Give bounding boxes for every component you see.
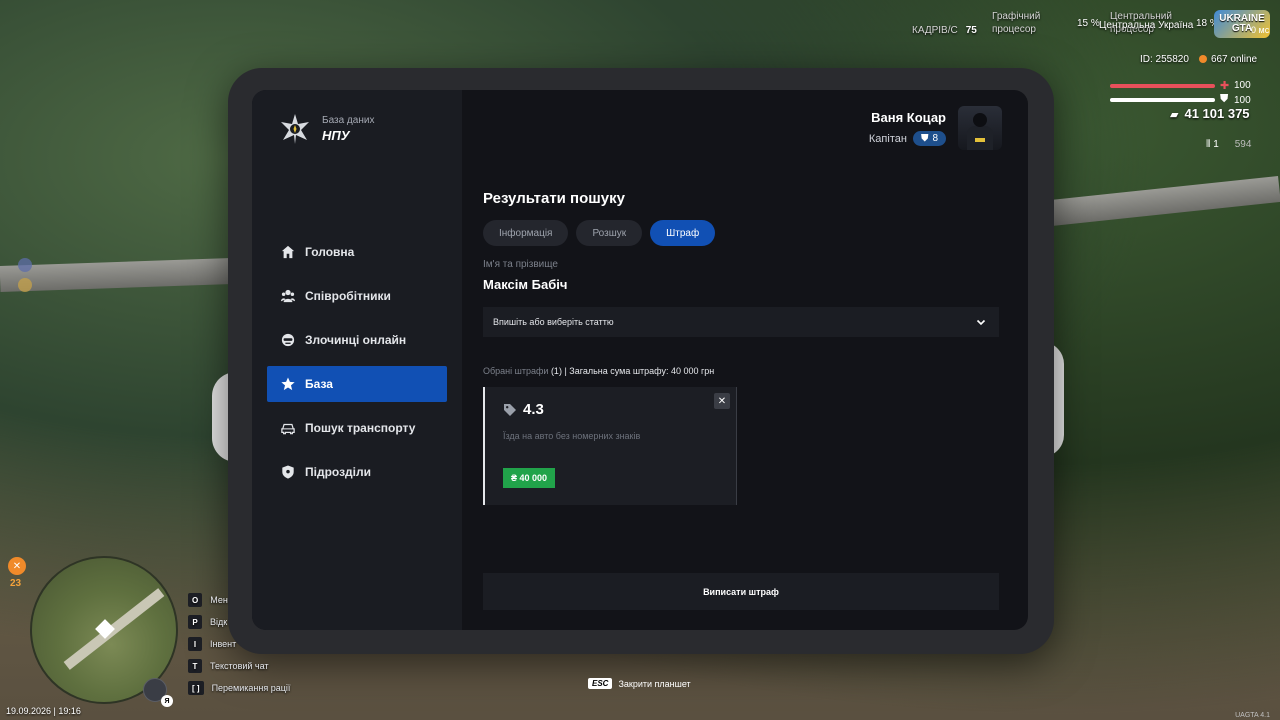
keybind-row: I Інвент xyxy=(188,633,290,655)
sidebar-item-criminals-online[interactable]: Злочинці онлайн xyxy=(267,322,447,358)
name-label: Ім'я та прізвище xyxy=(483,259,558,270)
star-icon xyxy=(281,377,295,391)
user-name: Ваня Коцар xyxy=(871,110,946,125)
sidebar-item-label: Співробітники xyxy=(305,289,391,303)
police-emblem-icon xyxy=(278,112,312,146)
gpu-value: 15 % xyxy=(1077,18,1100,29)
keybind-row: P Відк xyxy=(188,611,290,633)
brand-subtitle: База даних xyxy=(322,115,375,126)
chat-line xyxy=(18,258,32,272)
tab-wanted[interactable]: Розшук xyxy=(576,220,643,246)
main-content: Ваня Коцар Капітан ⛊ 8 Результати пошуку… xyxy=(462,90,1028,630)
sidebar-item-label: База xyxy=(305,377,333,391)
tab-fine[interactable]: Штраф xyxy=(650,220,716,246)
online-icon xyxy=(1198,55,1207,63)
brand-title: НПУ xyxy=(322,128,350,143)
player-id-row: ID: 255820 667 online xyxy=(1140,54,1257,65)
shield-icon xyxy=(282,465,294,479)
mic-key-badge: Я xyxy=(161,695,173,707)
server-name: Центральна Україна xyxy=(1099,20,1194,31)
chat-line xyxy=(18,278,32,292)
tab-information[interactable]: Інформація xyxy=(483,220,569,246)
home-icon xyxy=(281,245,295,259)
money-display: ▰ 41 101 375 xyxy=(1170,106,1250,121)
rank-badge: ⛊ 8 xyxy=(912,131,946,146)
ping-value: 0 мс xyxy=(1251,25,1270,35)
summary-label: Обрані штрафи xyxy=(483,366,549,376)
health-bar xyxy=(1110,84,1215,88)
armor-value: 100 xyxy=(1234,95,1251,106)
sidebar-item-base[interactable]: База xyxy=(267,366,447,402)
person-name: Максім Бабіч xyxy=(483,277,568,292)
tabs: Інформація Розшук Штраф xyxy=(483,220,716,246)
health-value: 100 xyxy=(1234,80,1251,91)
keybind-row: O Мен xyxy=(188,589,290,611)
wanted-level: 23 xyxy=(10,578,22,589)
ammo-display: ⦀ 1 594 xyxy=(1206,139,1252,150)
criminal-icon xyxy=(281,333,295,347)
player-id: ID: 255820 xyxy=(1140,54,1189,65)
fine-article: 4.3 xyxy=(503,401,544,418)
sidebar-item-label: Злочинці онлайн xyxy=(305,333,407,347)
health-icon: ✚ xyxy=(1220,80,1230,92)
esc-label: Закрити планшет xyxy=(618,678,691,689)
version-label: UAGTA 4.1 xyxy=(1235,712,1270,719)
chevron-down-icon xyxy=(976,319,986,326)
sidebar-item-label: Головна xyxy=(305,245,355,259)
armor-icon: ⛊ xyxy=(1220,93,1229,105)
fine-description: Їзда на авто без номерних знаків xyxy=(503,431,641,441)
user-rank-row: Капітан ⛊ 8 xyxy=(869,131,946,146)
summary-count: (1) xyxy=(550,366,562,376)
article-select[interactable]: Впишіть або виберіть статтю xyxy=(483,307,999,337)
summary-total: | Загальна сума штрафу: 40 000 грн xyxy=(564,366,715,376)
sidebar-item-label: Пошук транспорту xyxy=(305,421,416,435)
wanted-icon: ✕ xyxy=(8,557,26,575)
car-icon xyxy=(281,423,295,435)
sidebar-item-divisions[interactable]: Підрозділи xyxy=(267,454,447,490)
sidebar-item-label: Підрозділи xyxy=(305,465,371,479)
badge-shield-icon: ⛊ xyxy=(920,133,929,144)
sidebar-item-employees[interactable]: Співробітники xyxy=(267,278,447,314)
tablet-screen: База даних НПУ Головна Співробітники Зло… xyxy=(252,90,1028,630)
online-count: 667 online xyxy=(1198,54,1257,65)
close-tablet-hint: ESC Закрити планшет xyxy=(588,678,691,689)
page-title: Результати пошуку xyxy=(483,190,625,207)
user-profile: Ваня Коцар Капітан ⛊ 8 xyxy=(869,106,1002,150)
gpu-stat: Графічний процесор xyxy=(992,11,1041,35)
fps-stat: КАДРІВ/С 75 xyxy=(912,25,977,36)
guard-rail xyxy=(1049,176,1280,226)
ammo-icon: ⦀ xyxy=(1206,139,1211,150)
esc-key: ESC xyxy=(588,678,613,689)
close-icon[interactable]: ✕ xyxy=(714,393,730,409)
fines-summary: Обрані штрафи (1) | Загальна сума штрафу… xyxy=(483,366,714,376)
tag-icon xyxy=(504,403,516,416)
guard-rail xyxy=(0,257,233,293)
keybind-row: T Текстовий чат xyxy=(188,655,290,677)
issue-fine-button[interactable]: Виписати штраф xyxy=(483,573,999,610)
user-rank: Капітан xyxy=(868,132,907,145)
article-select-placeholder: Впишіть або виберіть статтю xyxy=(493,317,614,327)
sidebar: База даних НПУ Головна Співробітники Зло… xyxy=(252,90,462,630)
users-icon xyxy=(281,289,295,303)
cash-icon: ▰ xyxy=(1170,109,1179,121)
date-time: 19.09.2026 | 19:16 xyxy=(6,706,81,716)
avatar xyxy=(958,106,1002,150)
brand: База даних НПУ xyxy=(278,112,374,146)
fine-card: ✕ 4.3 Їзда на авто без номерних знаків ₴… xyxy=(483,387,737,505)
sidebar-item-vehicle-search[interactable]: Пошук транспорту xyxy=(267,410,447,446)
sidebar-nav: Головна Співробітники Злочинці онлайн Ба… xyxy=(267,234,447,498)
sidebar-item-home[interactable]: Головна xyxy=(267,234,447,270)
keybind-row: [ ] Перемикання рації xyxy=(188,677,290,699)
keybind-hints: O Мен P Відк I Інвент T Текстовий чат [ ] Пер… xyxy=(188,589,290,699)
fine-price: ₴ 40 000 xyxy=(503,468,556,488)
armor-bar xyxy=(1110,98,1215,102)
